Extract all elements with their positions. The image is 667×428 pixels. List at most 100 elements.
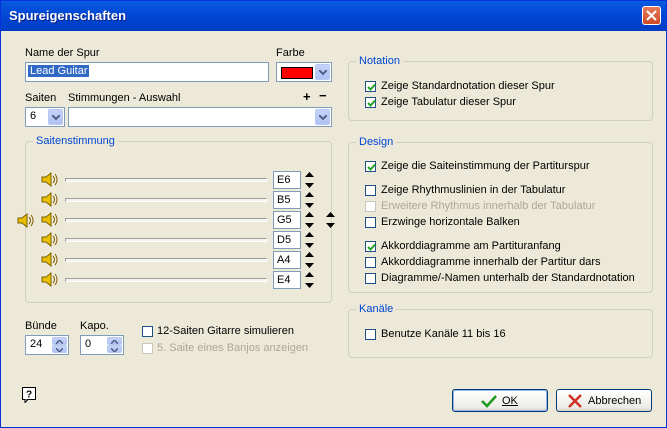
strings-count-value: 6 bbox=[30, 110, 37, 122]
capo-up-button[interactable] bbox=[107, 337, 122, 345]
design-group-label: Design bbox=[356, 136, 397, 148]
tuning-slider[interactable] bbox=[65, 258, 267, 262]
tuning-dropdown-button[interactable] bbox=[315, 109, 330, 125]
tuning-note: E6 bbox=[277, 174, 291, 186]
up-down-arrows-icon[interactable] bbox=[305, 212, 314, 228]
speaker-icon[interactable] bbox=[41, 252, 59, 267]
tuning-note-box[interactable]: B5 bbox=[273, 191, 301, 209]
close-button[interactable] bbox=[642, 6, 661, 25]
window-title: Spureigenschaften bbox=[9, 8, 127, 23]
option-label: Zeige die Saiteinstimmung der Partitursp… bbox=[381, 160, 590, 172]
option-checkbox[interactable] bbox=[365, 185, 376, 196]
checkmark-icon bbox=[367, 243, 376, 251]
frets-down-button[interactable] bbox=[52, 345, 67, 353]
chevron-down-icon bbox=[52, 115, 60, 121]
option-checkbox[interactable] bbox=[365, 241, 376, 252]
strings-count-label: Saiten bbox=[25, 92, 57, 104]
tuning-note: B5 bbox=[277, 194, 291, 206]
option-checkbox[interactable] bbox=[365, 257, 376, 268]
checkmark-icon bbox=[367, 99, 376, 107]
tuning-note-box[interactable]: A4 bbox=[273, 251, 301, 269]
title-bar[interactable]: Spureigenschaften bbox=[1, 1, 666, 31]
tuning-slider[interactable] bbox=[65, 238, 267, 242]
speaker-icon[interactable] bbox=[41, 172, 59, 187]
ok-button-label: OK bbox=[502, 395, 518, 407]
up-down-arrows-icon[interactable] bbox=[305, 172, 314, 188]
option-checkbox[interactable] bbox=[365, 97, 376, 108]
up-down-arrows-icon[interactable] bbox=[305, 232, 314, 248]
remove-tuning-button[interactable]: − bbox=[319, 88, 327, 103]
track-properties-dialog: Spureigenschaften Name der Spur Lead Gui… bbox=[0, 0, 667, 428]
option-checkbox[interactable] bbox=[365, 273, 376, 284]
tuning-slider[interactable] bbox=[65, 198, 267, 202]
option-label: Zeige Rhythmuslinien in der Tabulatur bbox=[381, 184, 566, 196]
up-down-arrows-icon[interactable] bbox=[305, 252, 314, 268]
tuning-slider[interactable] bbox=[65, 178, 267, 182]
tuning-select[interactable] bbox=[68, 107, 332, 127]
speaker-icon[interactable] bbox=[41, 192, 59, 207]
capo-spinner[interactable]: 0 bbox=[80, 335, 124, 355]
checkmark-icon bbox=[481, 395, 497, 408]
capo-down-button[interactable] bbox=[107, 345, 122, 353]
twelve-string-checkbox[interactable] bbox=[142, 326, 153, 337]
frets-value: 24 bbox=[30, 338, 43, 350]
frets-spin-buttons[interactable] bbox=[52, 337, 67, 353]
color-swatch bbox=[281, 67, 313, 79]
strings-count-dropdown-button[interactable] bbox=[48, 109, 63, 125]
option-checkbox[interactable] bbox=[365, 201, 376, 212]
cancel-button[interactable]: Abbrechen bbox=[556, 389, 652, 412]
tuning-note: E4 bbox=[277, 274, 291, 286]
tuning-note-box[interactable]: G5 bbox=[273, 211, 301, 229]
option-label: Akkorddiagramme am Partituranfang bbox=[381, 240, 561, 252]
channels-checkbox[interactable] bbox=[365, 329, 376, 340]
add-tuning-button[interactable]: + bbox=[303, 89, 311, 104]
master-speaker-icon[interactable] bbox=[17, 213, 35, 228]
tuning-note-box[interactable]: E4 bbox=[273, 271, 301, 289]
option-checkbox[interactable] bbox=[365, 161, 376, 172]
chevron-up-icon bbox=[56, 340, 63, 344]
up-down-arrows-icon[interactable] bbox=[305, 272, 314, 288]
option-checkbox[interactable] bbox=[365, 217, 376, 228]
option-label: Akkorddiagramme innerhalb der Partitur d… bbox=[381, 256, 601, 268]
option-label: Erzwinge horizontale Balken bbox=[381, 216, 520, 228]
tuning-slider[interactable] bbox=[65, 218, 267, 222]
tuning-slider[interactable] bbox=[65, 278, 267, 282]
speaker-icon[interactable] bbox=[41, 272, 59, 287]
checkmark-icon bbox=[367, 83, 376, 91]
option-checkbox[interactable] bbox=[365, 81, 376, 92]
frets-label: Bünde bbox=[25, 320, 57, 332]
chevron-down-icon bbox=[319, 115, 327, 121]
capo-spin-buttons[interactable] bbox=[107, 337, 122, 353]
help-icon[interactable]: ? bbox=[22, 387, 36, 403]
cancel-x-icon bbox=[568, 394, 582, 408]
svg-text:?: ? bbox=[26, 390, 32, 401]
chevron-up-icon bbox=[111, 340, 118, 344]
chevron-down-icon bbox=[111, 348, 118, 352]
track-name-input[interactable]: Lead Guitar bbox=[25, 62, 269, 82]
capo-value: 0 bbox=[85, 338, 92, 350]
color-select[interactable] bbox=[276, 62, 332, 82]
up-down-arrows-icon[interactable] bbox=[305, 192, 314, 208]
option-label: Zeige Standardnotation dieser Spur bbox=[381, 80, 555, 92]
color-dropdown-button[interactable] bbox=[315, 64, 330, 80]
frets-spinner[interactable]: 24 bbox=[25, 335, 69, 355]
color-label: Farbe bbox=[276, 47, 305, 59]
tuning-note: D5 bbox=[277, 234, 292, 246]
tuning-note-box[interactable]: D5 bbox=[273, 231, 301, 249]
ok-button[interactable]: OK bbox=[452, 389, 548, 412]
strings-count-select[interactable]: 6 bbox=[25, 107, 65, 127]
channels-label: Benutze Kanäle 11 bis 16 bbox=[381, 328, 506, 340]
master-up-down-arrows-icon[interactable] bbox=[326, 212, 335, 228]
channels-group-label: Kanäle bbox=[356, 303, 397, 315]
speaker-icon[interactable] bbox=[41, 212, 59, 227]
speaker-icon[interactable] bbox=[41, 232, 59, 247]
capo-label: Kapo. bbox=[80, 320, 109, 332]
cancel-button-label: Abbrechen bbox=[588, 395, 642, 407]
tuning-select-label: Stimmungen - Auswahl bbox=[68, 92, 181, 104]
tuning-note-box[interactable]: E6 bbox=[273, 171, 301, 189]
banjo-fifth-checkbox[interactable] bbox=[142, 343, 153, 354]
string-tuning-group-label: Saitenstimmung bbox=[33, 135, 118, 147]
twelve-string-label: 12-Saiten Gitarre simulieren bbox=[157, 325, 294, 337]
frets-up-button[interactable] bbox=[52, 337, 67, 345]
option-label: Zeige Tabulatur dieser Spur bbox=[381, 96, 516, 108]
